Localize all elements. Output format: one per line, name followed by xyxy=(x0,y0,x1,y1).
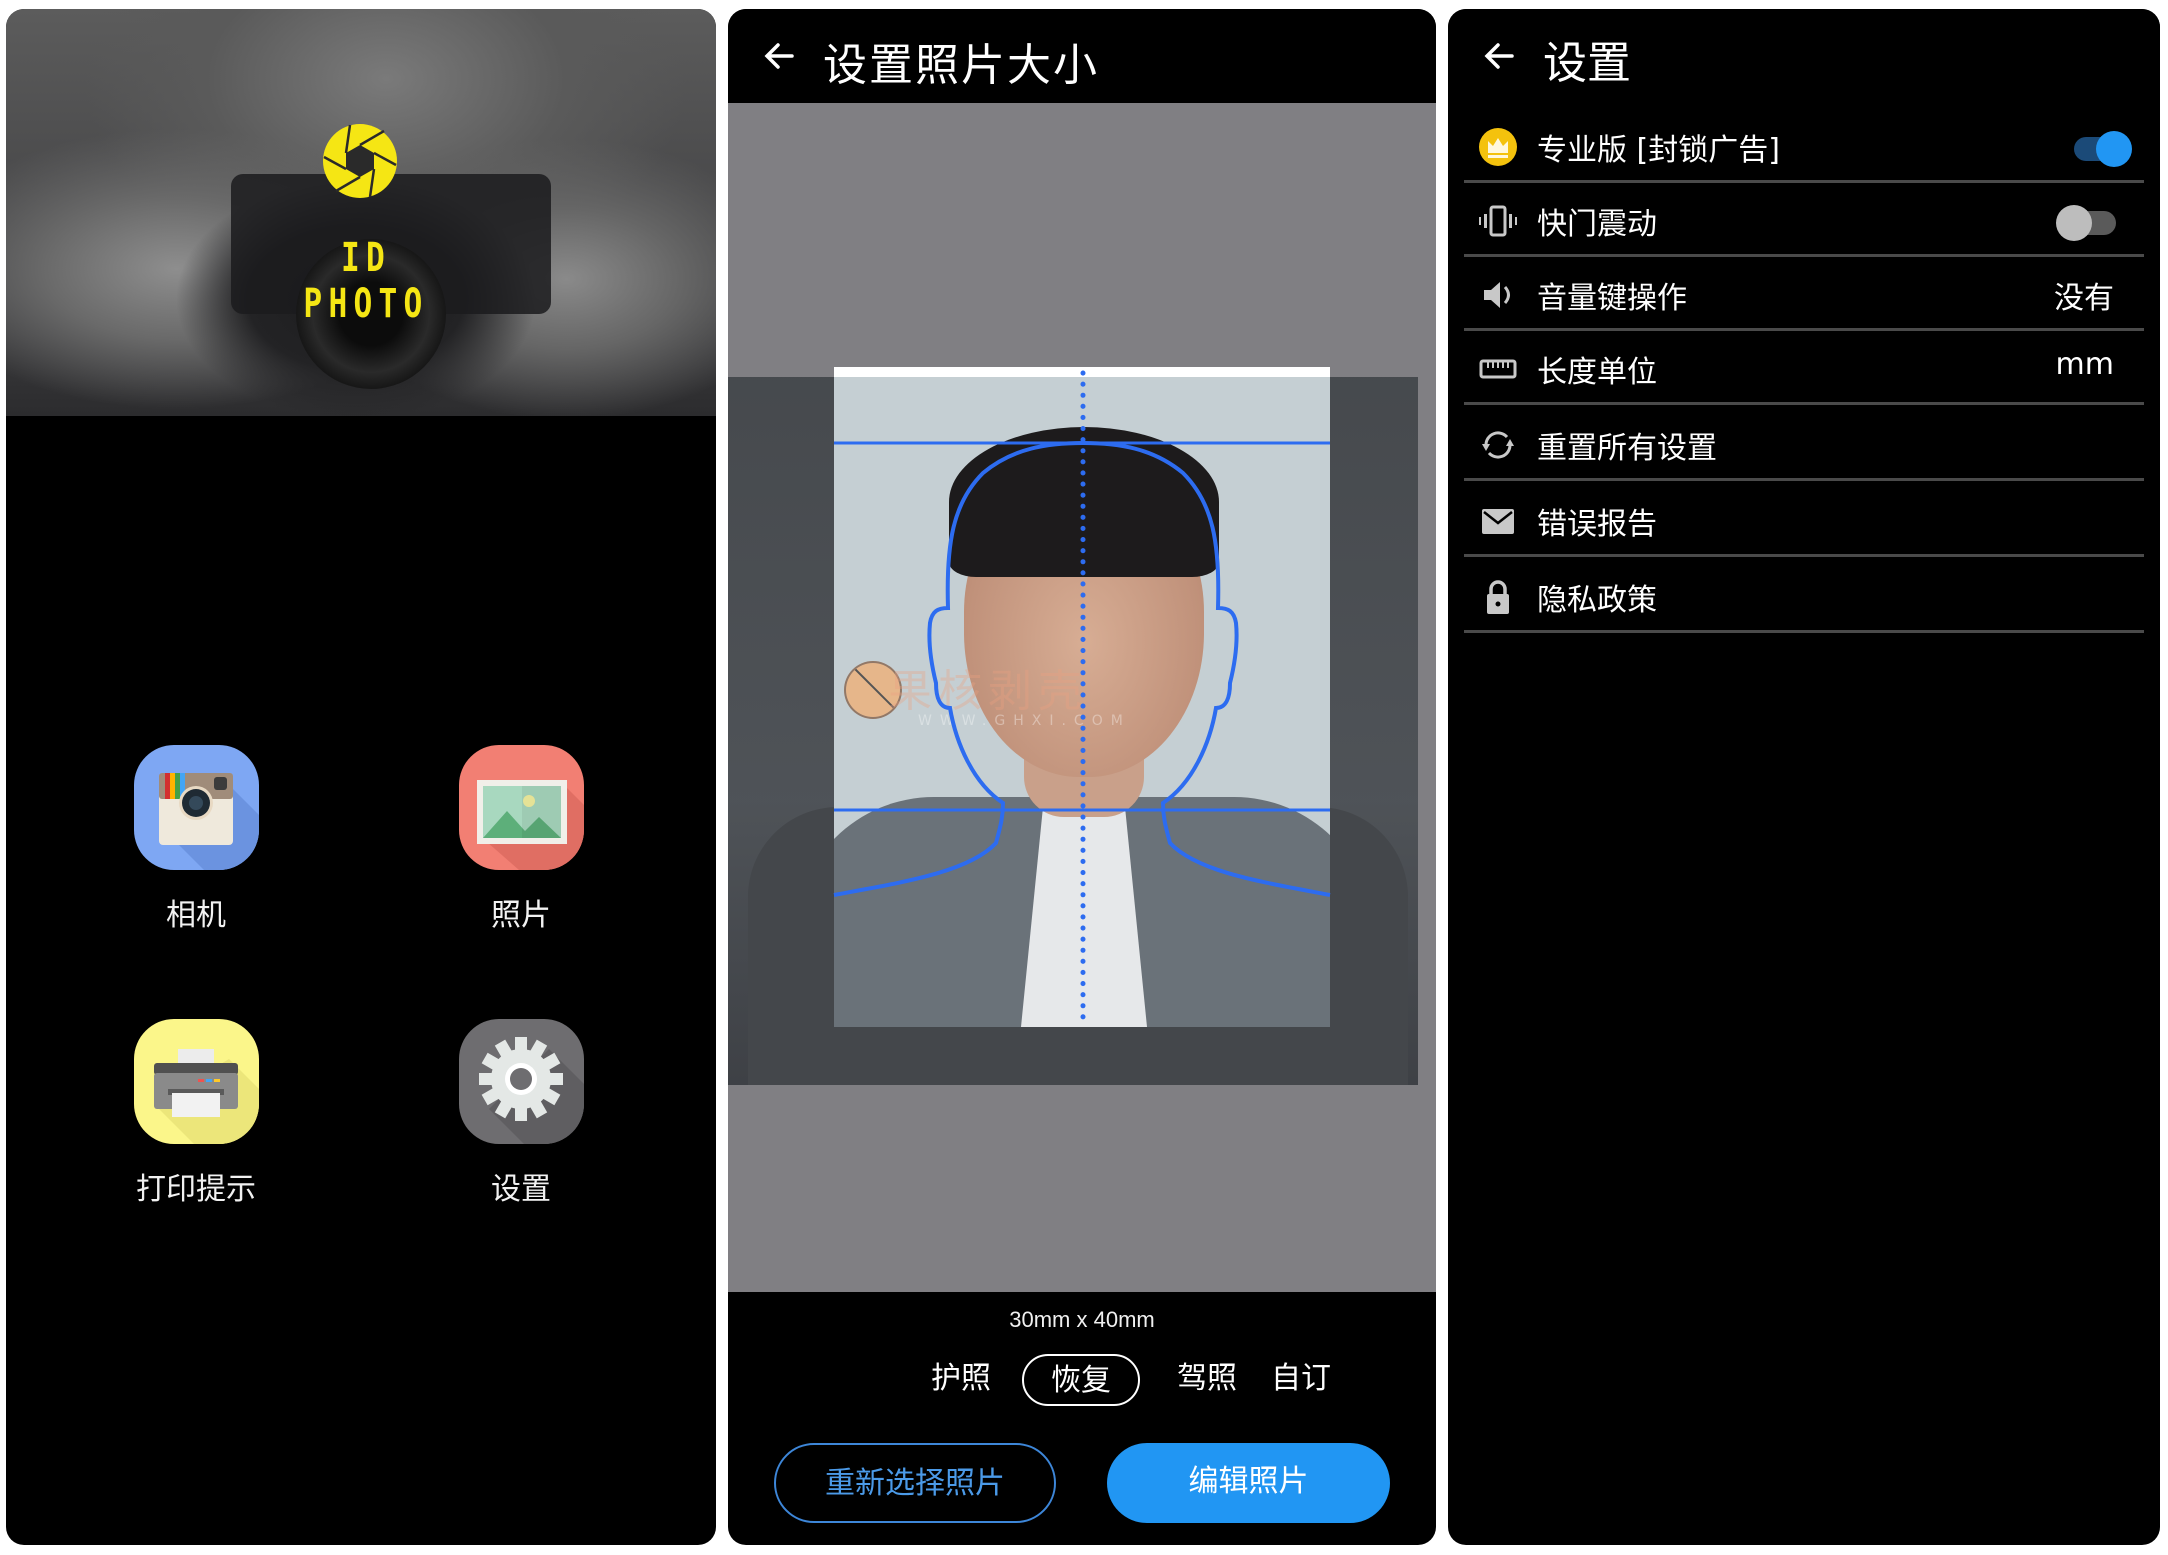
camera-icon xyxy=(133,745,259,870)
photo-size-screen: 设置照片大小 果核剥壳 WWW.GHXI.COM 30mm x 40mm 护照 … xyxy=(728,9,1436,1545)
preset-driver-license[interactable]: 驾照 xyxy=(1170,1354,1244,1406)
photo-preview-area: 果核剥壳 WWW.GHXI.COM xyxy=(728,103,1436,1292)
back-arrow-icon[interactable] xyxy=(1476,31,1526,81)
toggle-knob xyxy=(2096,131,2132,167)
volume-icon xyxy=(1484,282,1510,308)
crown-icon xyxy=(1479,128,1517,166)
page-title: 设置 xyxy=(1543,38,1631,89)
home-screen: ID PHOTO 相机 照片 打印提示 设置 xyxy=(6,9,716,1545)
gallery-icon xyxy=(458,745,584,870)
gear-icon xyxy=(458,1019,584,1144)
tile-camera-label: 相机 xyxy=(166,898,226,933)
aperture-logo-icon xyxy=(323,124,397,198)
setting-label: 隐私政策 xyxy=(1537,583,1657,618)
setting-privacy-policy[interactable]: 隐私政策 xyxy=(1464,559,2144,633)
settings-screen: 设置 专业版 [封锁广告] 快门震动 音量键操作 没有 长度单位 mm 重置所有… xyxy=(1448,9,2160,1545)
setting-label: 错误报告 xyxy=(1537,507,1657,542)
setting-label: 音量键操作 xyxy=(1537,281,1687,316)
photo-size-readout: 30mm x 40mm xyxy=(1009,1307,1155,1332)
setting-label: 重置所有设置 xyxy=(1537,431,1717,466)
tile-print-tips[interactable]: 打印提示 xyxy=(96,1019,296,1208)
reselect-photo-button[interactable]: 重新选择照片 xyxy=(774,1443,1056,1523)
shutter-vibration-toggle[interactable] xyxy=(2056,205,2120,241)
ruler-icon xyxy=(1479,359,1517,379)
setting-value: 没有 xyxy=(2054,281,2114,316)
tile-settings-label: 设置 xyxy=(491,1172,551,1207)
setting-pro-version[interactable]: 专业版 [封锁广告] xyxy=(1464,109,2144,183)
pro-version-toggle[interactable] xyxy=(2070,131,2132,167)
tile-photos-label: 照片 xyxy=(491,898,551,933)
top-app-bar: 设置照片大小 xyxy=(728,9,1436,103)
setting-reset-all[interactable]: 重置所有设置 xyxy=(1464,407,2144,481)
tile-print-tips-label: 打印提示 xyxy=(136,1172,256,1207)
printer-icon xyxy=(133,1019,259,1144)
reset-icon xyxy=(1482,431,1514,459)
setting-length-unit[interactable]: 长度单位 mm xyxy=(1464,331,2144,405)
setting-label: 长度单位 xyxy=(1537,355,1657,390)
lock-icon xyxy=(1487,580,1509,614)
vibrate-icon xyxy=(1479,205,1517,237)
preset-reset[interactable]: 恢复 xyxy=(1022,1354,1140,1406)
setting-volume-key[interactable]: 音量键操作 没有 xyxy=(1464,257,2144,331)
setting-label: 快门震动 xyxy=(1537,207,1657,242)
setting-bug-report[interactable]: 错误报告 xyxy=(1464,483,2144,557)
back-arrow-icon[interactable] xyxy=(756,31,806,81)
setting-label: 专业版 [封锁广告] xyxy=(1537,133,1780,168)
mail-icon xyxy=(1482,509,1514,534)
settings-app-bar: 设置 xyxy=(1448,9,2160,103)
preset-custom[interactable]: 自订 xyxy=(1264,1354,1338,1406)
tile-camera[interactable]: 相机 xyxy=(96,745,296,934)
setting-shutter-vibration[interactable]: 快门震动 xyxy=(1464,183,2144,257)
preset-tabs: 护照 恢复 驾照 自订 xyxy=(728,1354,1436,1408)
setting-value: mm xyxy=(2055,347,2114,382)
page-title: 设置照片大小 xyxy=(823,40,1099,91)
tile-settings[interactable]: 设置 xyxy=(421,1019,621,1208)
tile-photos[interactable]: 照片 xyxy=(421,745,621,934)
preset-passport[interactable]: 护照 xyxy=(924,1354,998,1406)
head-guide-overlay xyxy=(833,370,1331,1030)
toggle-knob xyxy=(2056,205,2092,241)
app-name-logo: ID PHOTO xyxy=(303,235,429,327)
header-banner: ID PHOTO xyxy=(6,9,716,416)
edit-photo-button[interactable]: 编辑照片 xyxy=(1107,1443,1390,1523)
